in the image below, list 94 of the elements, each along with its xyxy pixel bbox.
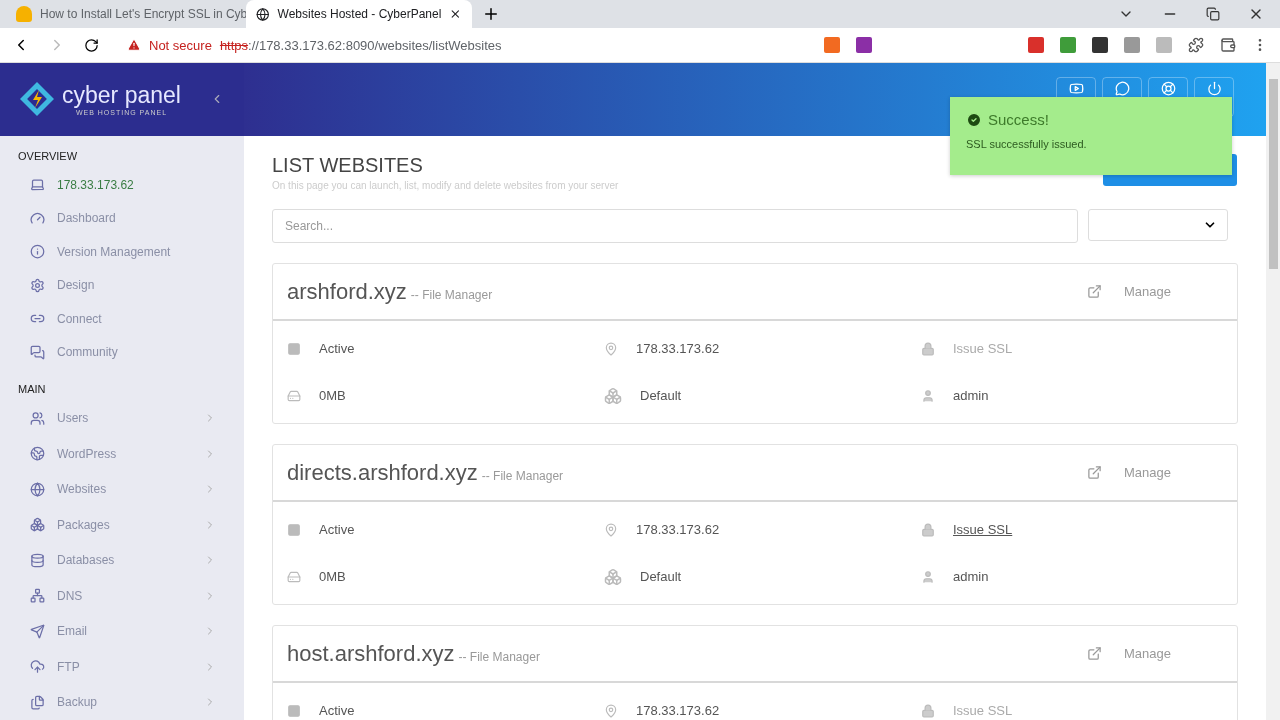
map-pin-icon — [604, 341, 618, 356]
globe-icon — [256, 6, 270, 22]
manage-link[interactable]: Manage — [1124, 646, 1171, 661]
file-manager-link[interactable]: -- File Manager — [458, 649, 540, 664]
gauge-icon — [30, 210, 45, 226]
package-name: Default — [640, 569, 682, 584]
toast-message: SSL successfully issued. — [966, 138, 1088, 150]
user-icon — [921, 388, 935, 403]
lifebuoy-icon — [1160, 81, 1176, 96]
section-title: MAIN — [17, 381, 47, 397]
cubes-icon — [30, 517, 45, 533]
issue-ssl-link[interactable]: Issue SSL — [953, 522, 1013, 537]
database-icon — [30, 552, 45, 568]
sidebar-item[interactable]: Design — [0, 268, 244, 302]
sidebar-item[interactable]: FTP — [0, 649, 244, 685]
wallet-icon[interactable] — [1220, 37, 1236, 53]
close-icon[interactable] — [449, 7, 462, 21]
sidebar-item[interactable]: Dashboard — [0, 201, 244, 235]
laptop-icon — [30, 177, 45, 193]
sidebar-item[interactable]: WordPress — [0, 436, 244, 472]
ip-address: 178.33.173.62 — [636, 703, 720, 718]
puzzle-icon[interactable] — [1188, 37, 1204, 53]
browser-tab[interactable]: How to Install Let's Encrypt SSL in Cyb — [6, 0, 246, 28]
users-icon — [30, 411, 45, 426]
status-text: Active — [319, 703, 355, 718]
external-link-icon — [1087, 646, 1102, 661]
new-tab-icon[interactable] — [482, 5, 500, 23]
chat-icon — [1114, 81, 1130, 96]
status-text: Active — [319, 341, 355, 356]
search-field[interactable]: Search... — [272, 209, 1078, 243]
map-pin-icon — [604, 522, 618, 537]
send-icon — [30, 623, 45, 639]
sidebar-item[interactable]: Community — [0, 335, 244, 369]
file-manager-link[interactable]: -- File Manager — [481, 468, 564, 483]
files-icon — [30, 694, 45, 710]
sidebar-item[interactable]: Websites — [0, 471, 244, 508]
lock-icon — [921, 341, 935, 356]
sidebar-item[interactable]: Email — [0, 613, 244, 650]
url-text: https://178.33.173.62:8090/websites/listWebsites — [219, 37, 502, 53]
package-icon — [604, 567, 622, 586]
status-icon — [287, 341, 301, 356]
website-domain: directs.arshford.xyz — [287, 459, 478, 486]
lock-icon — [921, 522, 935, 537]
sidebar-item[interactable]: Packages — [0, 507, 244, 543]
website-domain: host.arshford.xyz — [287, 640, 455, 667]
security-warning: Not secure — [149, 37, 212, 53]
manage-link[interactable]: Manage — [1124, 284, 1171, 299]
check-icon — [966, 111, 982, 128]
gear-icon — [30, 277, 45, 293]
power-icon — [1206, 81, 1222, 96]
section-title: OVERVIEW — [17, 148, 79, 164]
logo-text: cyber panel — [62, 82, 181, 110]
file-manager-link[interactable]: -- File Manager — [410, 287, 493, 302]
globe-icon — [30, 481, 45, 497]
issue-ssl-link[interactable]: Issue SSL — [953, 341, 1013, 356]
restore-icon[interactable] — [1206, 7, 1220, 21]
sidebar-item[interactable]: 178.33.173.62 — [0, 167, 244, 202]
status-icon — [287, 522, 301, 537]
website-domain: arshford.xyz — [287, 278, 407, 305]
sidebar-item[interactable]: Version Management — [0, 234, 244, 269]
scrollbar[interactable] — [1266, 63, 1280, 720]
ip-address: 178.33.173.62 — [636, 341, 720, 356]
external-link-icon — [1087, 284, 1102, 299]
cloud-upload-icon — [30, 659, 45, 675]
issue-ssl-link[interactable]: Issue SSL — [953, 703, 1013, 718]
disk-usage: 0MB — [319, 569, 346, 584]
status-icon — [287, 703, 301, 718]
manage-link[interactable]: Manage — [1124, 465, 1171, 480]
sidebar-item[interactable]: Users — [0, 400, 244, 437]
sidebar-item[interactable]: DNS — [0, 578, 244, 614]
page-title: LIST WEBSITES — [272, 154, 424, 177]
ip-address: 178.33.173.62 — [636, 522, 720, 537]
lock-icon — [921, 703, 935, 718]
status-text: Active — [319, 522, 355, 537]
external-link-icon — [1087, 465, 1102, 480]
sitemap-icon — [30, 588, 45, 604]
map-pin-icon — [604, 703, 618, 718]
sidebar-item[interactable]: Connect — [0, 301, 244, 336]
owner-name: admin — [953, 569, 989, 584]
sidebar-item[interactable]: Databases — [0, 542, 244, 579]
chat-icon — [30, 344, 45, 360]
browser-tab[interactable]: Websites Hosted - CyberPanel — [246, 0, 472, 28]
package-name: Default — [640, 388, 682, 403]
package-icon — [604, 386, 622, 405]
sidebar-item[interactable]: Backup — [0, 684, 244, 720]
owner-name: admin — [953, 388, 989, 403]
disk-usage: 0MB — [319, 388, 346, 403]
user-icon — [921, 569, 935, 584]
favicon-icon — [16, 6, 32, 22]
reload-icon[interactable] — [84, 37, 99, 53]
warning-icon — [127, 38, 141, 52]
video-icon — [1068, 81, 1084, 96]
toast-title: Success! — [988, 111, 1049, 128]
info-icon — [30, 244, 45, 260]
